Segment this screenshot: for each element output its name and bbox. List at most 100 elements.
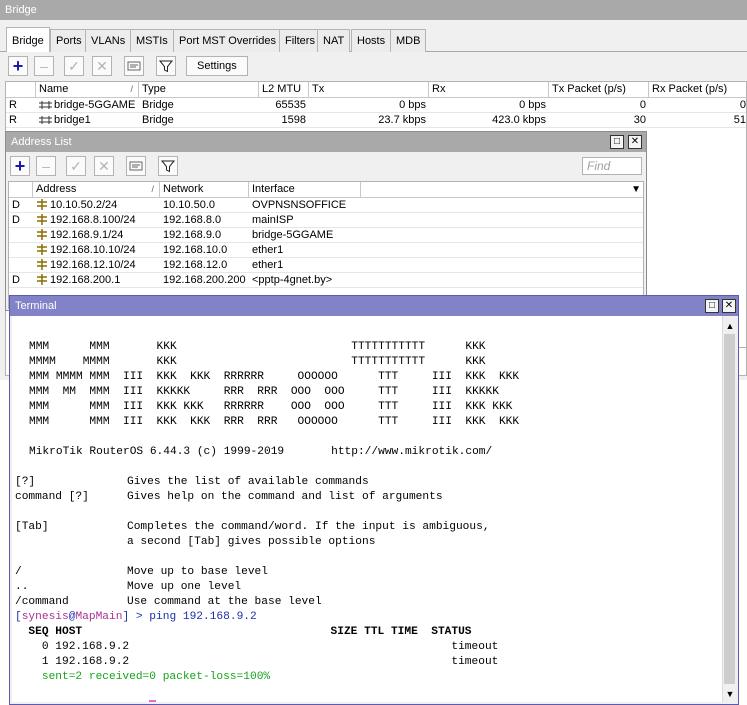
tab-port-mst-overrides[interactable]: Port MST Overrides	[173, 29, 282, 52]
tab-hosts[interactable]: Hosts	[351, 29, 392, 52]
prompt-line: [synesis@MapMain] > ping 192.168.9.2	[15, 611, 257, 623]
col-type[interactable]: Type	[139, 82, 259, 98]
help-description: Gives help on the command and list of ar…	[127, 491, 443, 503]
columns-dropdown-icon[interactable]: ▼	[631, 182, 641, 197]
row-type: Bridge	[142, 114, 174, 126]
table-row[interactable]: 192.168.10.10/24 192.168.10.0 ether1	[9, 243, 643, 258]
help-description: a second [Tab] gives possible options	[127, 536, 376, 548]
close-icon[interactable]: ✕	[722, 299, 736, 313]
row-flag: D	[12, 199, 20, 211]
help-description: Gives the list of available commands	[127, 476, 369, 488]
filter-icon[interactable]	[156, 56, 176, 76]
table-row[interactable]: D 10.10.50.2/24 10.10.50.0 OVPNSNSOFFICE	[9, 198, 643, 213]
row-l2mtu: 65535	[275, 99, 306, 111]
row-network: 192.168.200.200	[163, 274, 246, 286]
remove-icon[interactable]: –	[36, 156, 56, 176]
col-address[interactable]: Address /	[33, 182, 160, 198]
help-key: [?]	[15, 476, 36, 488]
remove-icon[interactable]: –	[34, 56, 54, 76]
comment-icon[interactable]	[124, 56, 144, 76]
version-line: MikroTik RouterOS 6.44.3 (c) 1999-2019 h…	[29, 446, 493, 458]
row-tx: 0 bps	[399, 99, 426, 111]
sort-asc-icon: /	[130, 84, 133, 94]
row-address: 192.168.9.1/24	[33, 228, 160, 243]
disable-icon[interactable]: ✕	[92, 56, 112, 76]
command-text: ping 192.168.9.2	[149, 611, 257, 623]
ping-row: 1 192.168.9.2 timeout	[15, 656, 499, 668]
row-address: 10.10.50.2/24	[33, 198, 160, 213]
scroll-thumb[interactable]	[724, 334, 735, 684]
tab-mstis[interactable]: MSTIs	[130, 29, 174, 52]
ping-header: SEQ HOST SIZE TTL TIME STATUS	[15, 626, 472, 638]
sort-asc-icon: /	[151, 184, 154, 194]
address-list-title: Address List	[11, 136, 72, 148]
col-l2mtu[interactable]: L2 MTU	[259, 82, 309, 98]
bridge-icon	[39, 115, 52, 128]
row-tx-packet: 0	[639, 99, 646, 111]
comment-icon[interactable]	[126, 156, 146, 176]
help-key: /	[15, 566, 22, 578]
tab-ports[interactable]: Ports	[50, 29, 88, 52]
help-key: ..	[15, 581, 29, 593]
table-row[interactable]: D 192.168.8.100/24 192.168.8.0 mainISP	[9, 213, 643, 228]
tab-vlans[interactable]: VLANs	[85, 29, 132, 52]
help-description: Completes the command/word. If the input…	[127, 521, 490, 533]
bridge-titlebar[interactable]: Bridge	[0, 0, 747, 20]
help-description: Move up to base level	[127, 566, 268, 578]
settings-button[interactable]: Settings	[186, 56, 248, 76]
disable-icon[interactable]: ✕	[94, 156, 114, 176]
table-row[interactable]: R bridge1 Bridge 1598 23.7 kbps 423.0 kb…	[6, 113, 746, 128]
address-list-titlebar[interactable]: Address List □ ✕	[6, 132, 646, 152]
banner-line: MMM MMMM MMM III KKK KKK RRRRRR OOOOOO T…	[29, 371, 520, 383]
scroll-down-icon[interactable]: ▼	[723, 686, 737, 702]
terminal-titlebar[interactable]: Terminal □ ✕	[10, 296, 738, 316]
filter-icon[interactable]	[158, 156, 178, 176]
help-description: Use command at the base level	[127, 596, 322, 608]
col-tx-packet[interactable]: Tx Packet (p/s)	[549, 82, 649, 98]
address-icon	[36, 259, 48, 273]
table-row[interactable]: 192.168.12.10/24 192.168.12.0 ether1	[9, 258, 643, 273]
tab-mdb[interactable]: MDB	[390, 29, 427, 52]
col-rx[interactable]: Rx	[429, 82, 549, 98]
table-row[interactable]: D 192.168.200.1 192.168.200.200 <pptp-4gnet…	[9, 273, 643, 288]
close-icon[interactable]: ✕	[628, 135, 642, 149]
col-name[interactable]: Name /	[36, 82, 139, 98]
row-flag: R	[9, 114, 17, 126]
enable-icon[interactable]: ✓	[66, 156, 86, 176]
address-icon	[36, 199, 48, 213]
address-icon	[36, 244, 48, 258]
add-icon[interactable]: +	[10, 156, 30, 176]
row-network: 192.168.12.0	[163, 259, 228, 271]
terminal-window: Terminal □ ✕ MMM MMM KKK TTTTTTTTTTT KKK…	[9, 295, 739, 705]
address-icon	[36, 274, 48, 288]
terminal-output[interactable]: MMM MMM KKK TTTTTTTTTTT KKK MMMM MMMM KK…	[12, 316, 724, 702]
col-interface[interactable]: Interface	[249, 182, 361, 198]
bridge-title: Bridge	[5, 4, 37, 16]
banner-line: MMM MM MMM III KKKKK RRR RRR OOO OOO TTT…	[29, 386, 499, 398]
table-row[interactable]: 192.168.9.1/24 192.168.9.0 bridge-5GGAME	[9, 228, 643, 243]
add-icon[interactable]: +	[8, 56, 28, 76]
col-network[interactable]: Network	[160, 182, 249, 198]
table-row[interactable]: R bridge-5GGAME Bridge 65535 0 bps 0 bps…	[6, 98, 746, 113]
row-l2mtu: 1598	[281, 114, 306, 126]
row-rx: 0 bps	[519, 99, 546, 111]
terminal-title: Terminal	[15, 300, 57, 312]
row-type: Bridge	[142, 99, 174, 111]
row-interface: OVPNSNSOFFICE	[252, 199, 347, 211]
scroll-up-icon[interactable]: ▲	[723, 318, 737, 334]
prompt-line[interactable]: [synesis@MapMain] >	[15, 700, 157, 702]
address-table: Address / Network Interface ▼ D 10.10.50.2…	[8, 181, 644, 309]
maximize-icon[interactable]: □	[610, 135, 624, 149]
find-input[interactable]: Find	[582, 157, 642, 175]
tab-bridge[interactable]: Bridge	[6, 27, 50, 52]
tab-nat[interactable]: NAT	[317, 29, 351, 52]
maximize-icon[interactable]: □	[705, 299, 719, 313]
row-address: 192.168.10.10/24	[33, 243, 160, 258]
col-rx-packet[interactable]: Rx Packet (p/s)	[649, 82, 746, 98]
terminal-scrollbar[interactable]: ▲ ▼	[722, 316, 736, 702]
tab-filters[interactable]: Filters	[279, 29, 321, 52]
bridge-tabs: Bridge Ports VLANs MSTIs Port MST Overri…	[0, 27, 747, 52]
col-tx[interactable]: Tx	[309, 82, 429, 98]
banner-line: MMM MMM KKK TTTTTTTTTTT KKK	[29, 341, 486, 353]
enable-icon[interactable]: ✓	[64, 56, 84, 76]
